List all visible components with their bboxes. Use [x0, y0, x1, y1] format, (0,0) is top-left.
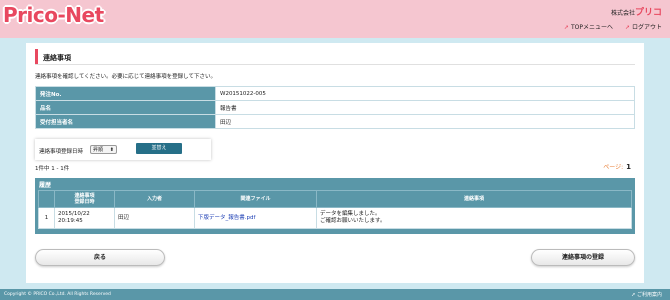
history-title: 履歴 [39, 182, 52, 189]
guide-link[interactable]: ➚ ご利用案内 [631, 291, 662, 298]
result-count: 1件中 1 - 1件 [35, 166, 70, 172]
company-brand: プリコ [634, 8, 662, 18]
title-accent [35, 49, 38, 64]
main-panel: 連絡事項 連絡事項を確認してください。必要に応じて連絡事項を登録して下さい。 発… [26, 43, 644, 283]
order-info-table: 発注No. W20151022-005 品名 報告書 受付担当者名 田辺 [35, 86, 635, 129]
page-title: 連絡事項 [43, 54, 71, 62]
top-menu-link[interactable]: ➚ TOPメニューへ [564, 22, 613, 31]
row-file: 下版データ_報告書.pdf [194, 207, 317, 229]
col-header-author: 入力者 [114, 190, 195, 208]
company-prefix: 株式会社 [610, 10, 635, 17]
chevron-updown-icon: ⬍ [109, 147, 114, 153]
sort-order-select[interactable]: 昇順 ⬍ [90, 145, 117, 154]
info-label: 品名 [35, 100, 216, 115]
pager: ページ: 1 [603, 162, 631, 171]
logout-label: ログアウト [631, 24, 662, 31]
top-menu-label: TOPメニューへ [570, 24, 613, 31]
row-author: 田辺 [114, 207, 195, 229]
sort-button[interactable]: 並替え [136, 143, 182, 154]
logo[interactable]: Prico-Net [3, 3, 104, 27]
history-table: 連絡事項 登録日時 入力者 関連ファイル 連絡事項 1 2015/10/22 2… [38, 190, 632, 229]
row-date: 2015/10/22 [58, 211, 90, 217]
history-header-row: 連絡事項 登録日時 入力者 関連ファイル 連絡事項 [38, 190, 632, 208]
header-bar: Prico-Net 株式会社プリコ ➚ TOPメニューへ ➚ ログアウト [0, 0, 670, 38]
copyright: Copyright © PRICO Co.,Ltd. All Rights Re… [4, 292, 111, 297]
info-value: 田辺 [215, 114, 635, 129]
arrow-icon: ➚ [624, 24, 630, 31]
row-time: 20:19:45 [58, 218, 83, 224]
sort-order-value: 昇順 [93, 147, 104, 153]
col-header-num [38, 190, 55, 208]
page-number[interactable]: 1 [626, 163, 631, 171]
message-line: ご確認お願いいたします。 [320, 218, 386, 224]
footer: Copyright © PRICO Co.,Ltd. All Rights Re… [0, 289, 670, 300]
arrow-icon: ➚ [563, 24, 569, 31]
register-button[interactable]: 連絡事項の登録 [531, 249, 635, 266]
arrow-icon: ➚ [631, 292, 636, 298]
table-row: 1 2015/10/22 20:19:45 田辺 下版データ_報告書.pdf デ… [38, 207, 632, 229]
sort-box: 連絡事項登録日時 昇順 ⬍ 並替え [35, 139, 211, 160]
page-label: ページ: [603, 164, 624, 171]
sort-label: 連絡事項登録日時 [39, 149, 84, 155]
message-line: データを編集しました。 [320, 211, 381, 217]
company-name: 株式会社プリコ [611, 5, 662, 18]
info-row: 受付担当者名 田辺 [35, 114, 635, 129]
row-datetime: 2015/10/22 20:19:45 [54, 207, 115, 229]
col-header-message: 連絡事項 [316, 190, 632, 208]
page-title-bar: 連絡事項 [35, 49, 635, 65]
info-label: 受付担当者名 [35, 114, 216, 129]
col-header-datetime: 連絡事項 登録日時 [54, 190, 115, 208]
guide-label: ご利用案内 [636, 292, 662, 298]
info-row: 発注No. W20151022-005 [35, 86, 635, 101]
file-link[interactable]: 下版データ_報告書.pdf [198, 215, 255, 221]
logout-link[interactable]: ➚ ログアウト [625, 22, 662, 31]
info-label: 発注No. [35, 86, 216, 101]
info-value: 報告書 [215, 100, 635, 115]
header-links: ➚ TOPメニューへ ➚ ログアウト [564, 22, 662, 31]
row-message: データを編集しました。 ご確認お願いいたします。 [316, 207, 632, 229]
info-row: 品名 報告書 [35, 100, 635, 115]
back-button[interactable]: 戻る [35, 249, 165, 266]
history-section: 履歴 連絡事項 登録日時 入力者 関連ファイル 連絡事項 1 2015/10/2… [35, 178, 635, 234]
col-header-file: 関連ファイル [194, 190, 317, 208]
info-value: W20151022-005 [215, 86, 635, 101]
intro-text: 連絡事項を確認してください。必要に応じて連絡事項を登録して下さい。 [35, 74, 217, 80]
row-number: 1 [38, 207, 55, 229]
